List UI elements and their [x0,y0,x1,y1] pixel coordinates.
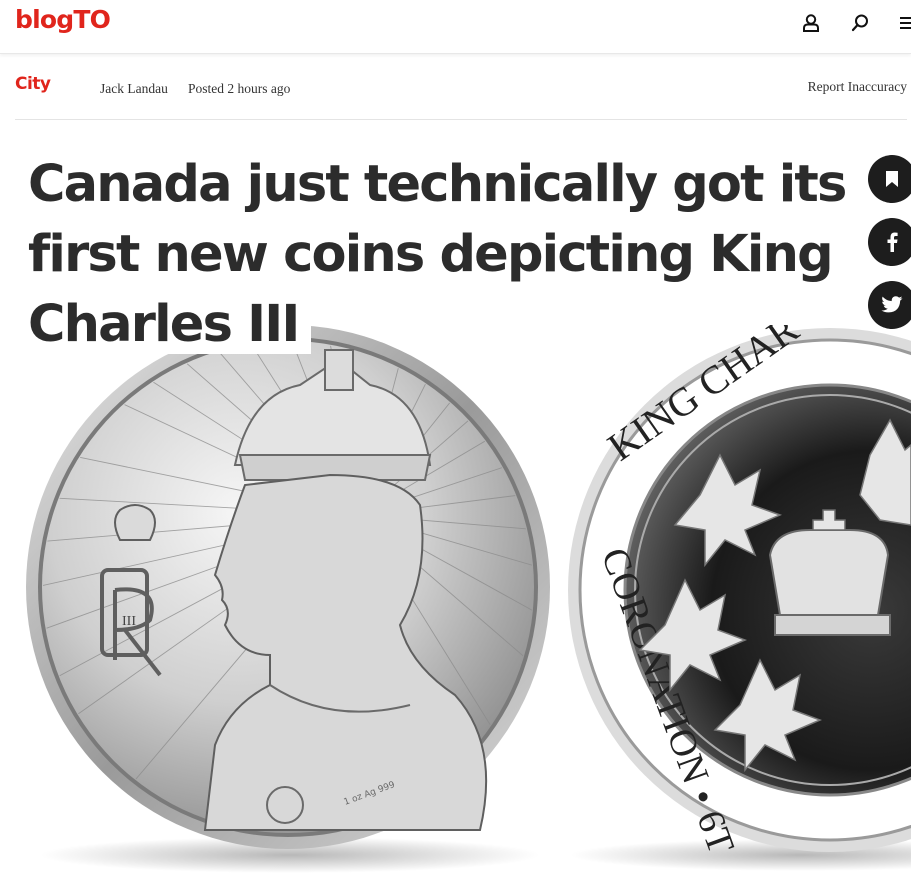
hero-image: III 1 oz Ag 999 KING CHAR CORONATION • 6… [0,306,911,873]
bookmark-button[interactable] [868,155,911,203]
bookmark-icon [886,171,898,187]
site-logo[interactable]: blogTO [15,5,111,34]
twitter-share-button[interactable] [868,281,911,329]
top-header: blogTO [0,0,911,54]
article-meta: City Jack Landau Posted 2 hours ago Repo… [15,68,907,120]
report-inaccuracy-link[interactable]: Report Inaccuracy [808,79,907,95]
article-headline: Canada just technically got its first ne… [28,150,858,360]
facebook-share-button[interactable] [868,218,911,266]
headline-text: Canada just technically got its first ne… [28,155,858,354]
coin-obverse: III 1 oz Ag 999 [26,325,550,849]
menu-icon[interactable] [898,12,911,34]
search-icon[interactable] [849,12,871,34]
author-name[interactable]: Jack Landau [100,81,168,97]
facebook-icon [887,232,898,252]
category-link[interactable]: City [15,74,51,94]
coin-reverse: KING CHAR CORONATION • 6T [568,306,911,859]
user-icon[interactable] [800,12,822,34]
svg-text:III: III [122,614,136,629]
posted-time: Posted 2 hours ago [188,81,291,96]
twitter-icon [881,296,903,313]
